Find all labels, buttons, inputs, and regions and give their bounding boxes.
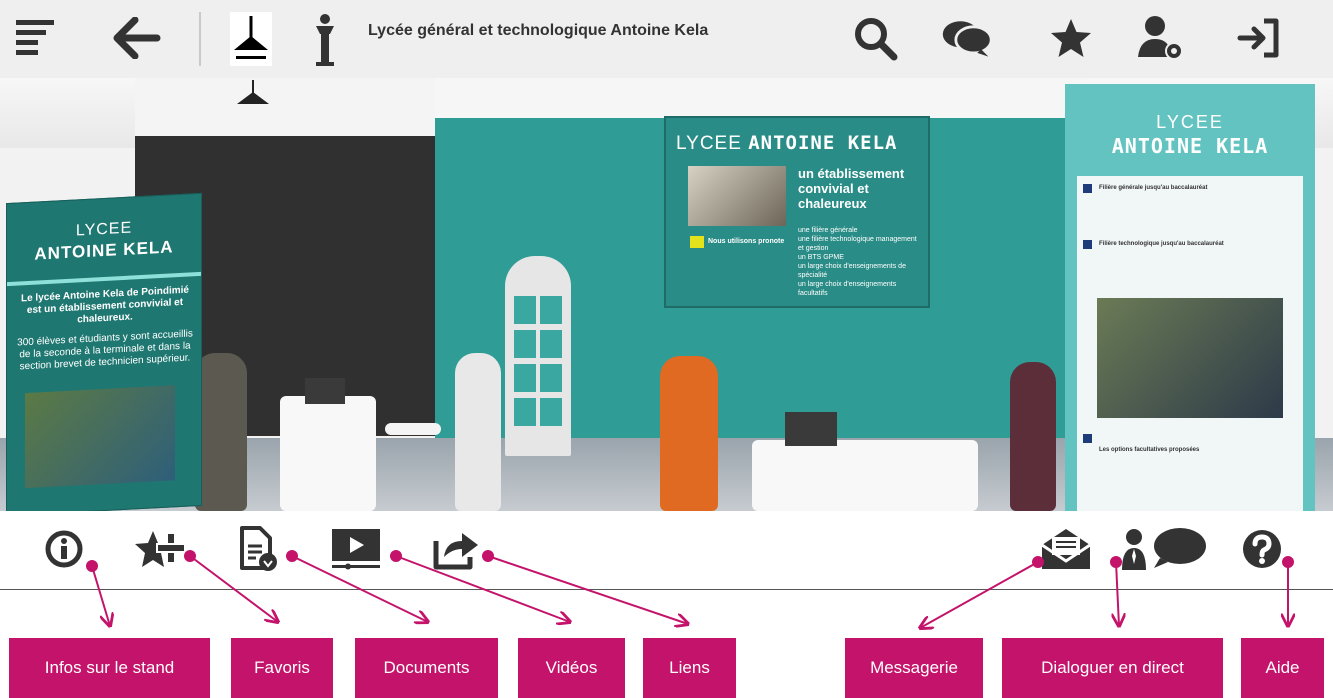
search-icon[interactable] xyxy=(848,10,902,66)
host-avatar[interactable] xyxy=(660,356,718,511)
info-icon[interactable] xyxy=(42,525,86,573)
wall-column xyxy=(135,78,435,138)
host-avatar[interactable] xyxy=(1010,362,1056,511)
poster-title-light: LYCEE xyxy=(676,133,742,154)
share-icon[interactable] xyxy=(430,525,482,573)
left-banner[interactable]: LYCEE ANTOINE KELA Le lycée Antoine Kela… xyxy=(6,192,202,511)
star-icon[interactable] xyxy=(1044,10,1098,66)
left-banner-info: 300 élèves et étudiants y sont accueilli… xyxy=(17,328,193,373)
mail-icon[interactable] xyxy=(1040,525,1092,573)
reception-desk[interactable] xyxy=(280,396,376,511)
banner-strip xyxy=(7,271,201,287)
poster-bullet: une filière technologique management et … xyxy=(798,236,917,252)
document-download-icon[interactable] xyxy=(236,525,280,573)
video-icon[interactable] xyxy=(330,525,382,573)
virtual-stand-scene[interactable]: LYCEE ANTOINE KELA Nous utilisons pronot… xyxy=(0,78,1333,511)
callout-messagerie[interactable]: Messagerie xyxy=(845,638,983,698)
center-desk[interactable] xyxy=(752,440,978,511)
poster-partner: Nous utilisons pronote xyxy=(708,238,785,245)
callout-videos[interactable]: Vidéos xyxy=(518,638,625,698)
right-banner-section: Les options facultatives proposées xyxy=(1099,447,1200,453)
host-avatar[interactable] xyxy=(455,353,501,511)
school-logo[interactable] xyxy=(230,12,272,66)
brochure xyxy=(540,330,562,358)
poster-photo xyxy=(688,166,786,226)
brochure xyxy=(540,296,562,324)
logout-icon[interactable] xyxy=(1232,10,1286,66)
poster-bullet: un large choix d'enseignements facultati… xyxy=(798,281,897,297)
callout-aide[interactable]: Aide xyxy=(1241,638,1324,698)
bullet-square xyxy=(1083,240,1092,249)
right-banner-section: Filière technologique jusqu'au baccalaur… xyxy=(1099,241,1224,247)
poster-bullet: un large choix d'enseignements de spécia… xyxy=(798,263,906,279)
bullet-square xyxy=(1083,434,1092,443)
brochure xyxy=(514,398,536,426)
poster-title: LYCEE ANTOINE KELA xyxy=(676,132,897,155)
poster-bullet: une filière générale xyxy=(798,227,858,234)
left-banner-photo xyxy=(25,385,175,489)
right-banner-subtitle: ANTOINE KELA xyxy=(1111,134,1269,158)
right-banner[interactable]: LYCEE ANTOINE KELA Filière générale jusq… xyxy=(1065,84,1315,511)
callout-infos-stand[interactable]: Infos sur le stand xyxy=(9,638,210,698)
callout-dialoguer-direct[interactable]: Dialoguer en direct xyxy=(1002,638,1223,698)
poster-bullet: un BTS GPME xyxy=(798,254,844,261)
right-banner-body: Filière générale jusqu'au baccalauréat F… xyxy=(1077,176,1303,511)
help-icon[interactable] xyxy=(1240,525,1284,573)
ceiling xyxy=(435,78,1085,118)
right-banner-title: LYCEE xyxy=(1156,112,1224,132)
menu-icon[interactable] xyxy=(8,10,62,66)
live-chat-icon[interactable] xyxy=(1120,525,1208,573)
poster-title-bold: ANTOINE KELA xyxy=(748,132,898,154)
poster-bullets: une filière générale une filière technol… xyxy=(798,226,923,298)
callout-favoris[interactable]: Favoris xyxy=(231,638,333,698)
right-banner-photo xyxy=(1097,298,1283,418)
user-settings-icon[interactable] xyxy=(1134,10,1188,66)
page-title: Lycée général et technologique Antoine K… xyxy=(368,22,709,39)
right-banner-section: Filière générale jusqu'au baccalauréat xyxy=(1099,185,1208,191)
stand-toolbar xyxy=(0,511,1333,589)
pronote-logo xyxy=(690,236,704,248)
top-bar: Lycée général et technologique Antoine K… xyxy=(0,0,1333,78)
add-favorite-icon[interactable] xyxy=(134,525,190,573)
poster-subtitle: un établissement convivial et chaleureux xyxy=(798,166,905,211)
header-divider xyxy=(199,12,201,66)
wall-poster[interactable]: LYCEE ANTOINE KELA Nous utilisons pronot… xyxy=(664,116,930,308)
toolbar-divider xyxy=(0,589,1333,590)
brochure xyxy=(514,296,536,324)
monitor xyxy=(785,412,837,446)
bar-stool xyxy=(385,423,441,435)
back-arrow-icon[interactable] xyxy=(110,10,164,66)
brochure-rack[interactable] xyxy=(505,256,571,456)
callout-documents[interactable]: Documents xyxy=(355,638,498,698)
chat-icon[interactable] xyxy=(940,10,994,66)
bullet-square xyxy=(1083,184,1092,193)
left-banner-text: Le lycée Antoine Kela de Poindimié est u… xyxy=(17,284,193,373)
laptop xyxy=(305,378,345,404)
brochure xyxy=(540,398,562,426)
statue-icon xyxy=(310,12,340,68)
stand-logo xyxy=(237,80,269,104)
brochure xyxy=(514,364,536,392)
callout-liens[interactable]: Liens xyxy=(643,638,736,698)
left-banner-intro: Le lycée Antoine Kela de Poindimié est u… xyxy=(20,284,189,326)
host-avatar[interactable] xyxy=(195,353,247,511)
brochure xyxy=(514,330,536,358)
brochure xyxy=(540,364,562,392)
